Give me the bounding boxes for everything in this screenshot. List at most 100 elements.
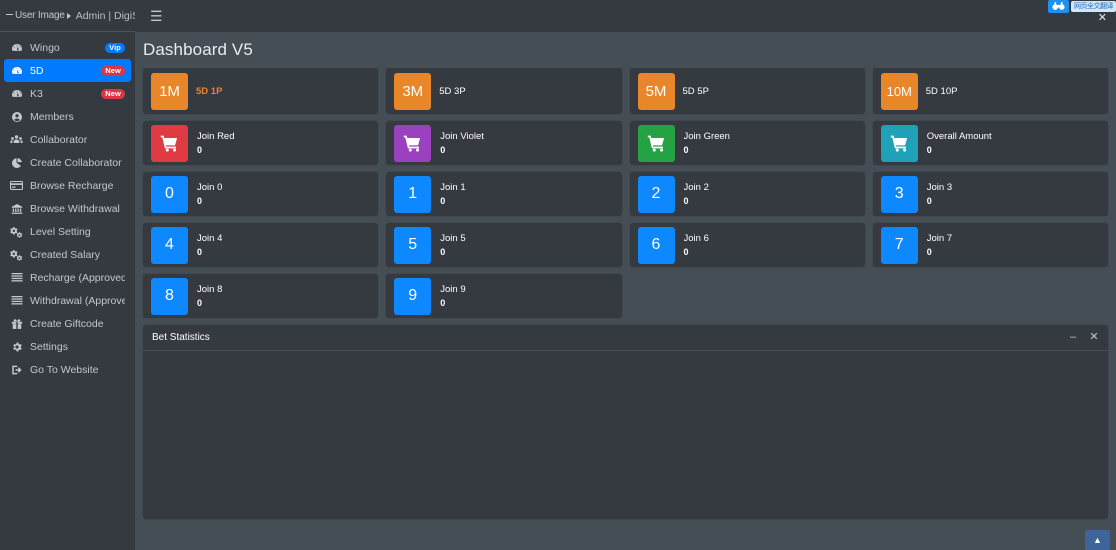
number-card[interactable]: 5Join 50 — [386, 223, 621, 267]
sidebar-item-badge: Vip — [105, 43, 125, 53]
number-card-title: Join 5 — [440, 233, 465, 244]
sidebar-item-members[interactable]: Members — [4, 105, 131, 128]
overlay-close-icon[interactable]: ✕ — [1098, 13, 1107, 24]
number-card[interactable]: 1Join 10 — [386, 172, 621, 216]
sidebar-item-label: Go To Website — [30, 364, 125, 376]
number-card-text: Join 6 0 — [684, 233, 709, 257]
sidebar-item-recharge-approved[interactable]: Recharge (Approved) — [4, 266, 131, 289]
summary-card-value: 0 — [684, 146, 730, 155]
summary-card[interactable]: Join Green 0 — [630, 121, 865, 165]
number-card-title: Join 9 — [440, 284, 465, 295]
list-icon — [10, 295, 23, 306]
number-card-value: 0 — [197, 299, 222, 308]
number-card[interactable]: 0Join 00 — [143, 172, 378, 216]
number-card-row: 0Join 001Join 102Join 203Join 30 — [143, 172, 1108, 216]
summary-card[interactable]: Join Red0 — [143, 121, 378, 165]
number-card-text: Join 70 — [927, 233, 952, 257]
page-title: Dashboard V5 — [143, 40, 253, 60]
number-card-row: 8Join 809Join 90 — [143, 274, 1108, 318]
sidebar-item-label: Withdrawal (Approved) — [30, 295, 125, 307]
period-chip: 5M — [638, 73, 675, 110]
sidebar-item-label: Create Collaborator — [30, 157, 125, 169]
period-label: 5D 10P — [926, 86, 958, 97]
number-card[interactable]: 9Join 90 — [386, 274, 621, 318]
sidebar-item-5d[interactable]: 5DNew — [4, 59, 131, 82]
number-chip: 6 — [638, 227, 675, 264]
sidebar-item-label: Browse Withdrawal — [30, 203, 125, 215]
summary-card-text: Overall Amount0 — [927, 131, 992, 155]
sidebar-item-create-giftcode[interactable]: Create Giftcode — [4, 312, 131, 335]
topbar: ☰ — [135, 0, 1116, 32]
period-card[interactable]: 3M5D 3P — [386, 68, 621, 114]
sidebar-item-badge: New — [101, 89, 125, 99]
sidebar-item-wingo[interactable]: WingoVip — [4, 36, 131, 59]
summary-card[interactable]: Overall Amount0 — [873, 121, 1108, 165]
sidebar-item-browse-recharge[interactable]: Browse Recharge — [4, 174, 131, 197]
number-chip: 1 — [394, 176, 431, 213]
summary-card-text: Join Red0 — [197, 131, 235, 155]
brand-title: Admin | DigiSlay — [76, 10, 135, 22]
list-icon — [10, 272, 23, 283]
panel-collapse-button[interactable]: – — [1068, 332, 1078, 343]
sidebar-brand[interactable]: User Image Admin | DigiSlay — [0, 0, 135, 32]
number-card-rows: 0Join 001Join 102Join 203Join 304Join 40… — [143, 172, 1108, 318]
sidebar-item-withdrawal-approved[interactable]: Withdrawal (Approved) — [4, 289, 131, 312]
period-card[interactable]: 5M 5D 5P — [630, 68, 865, 114]
number-card-text: Join 30 — [927, 182, 952, 206]
summary-card[interactable]: Join Violet0 — [386, 121, 621, 165]
number-card[interactable]: 8Join 80 — [143, 274, 378, 318]
panel-body — [143, 351, 1108, 519]
shopping-cart-icon — [638, 125, 675, 162]
sidebar-item-k3[interactable]: K3New — [4, 82, 131, 105]
number-card-title: Join 2 — [684, 182, 709, 193]
shopping-cart-icon — [394, 125, 431, 162]
number-chip: 3 — [881, 176, 918, 213]
content-header: Dashboard V5 — [135, 32, 1116, 68]
gauge-icon — [10, 88, 23, 100]
sidebar-item-collaborator[interactable]: Collaborator — [4, 128, 131, 151]
number-card-row: 4Join 405Join 506Join 607Join 70 — [143, 223, 1108, 267]
scroll-to-top-button[interactable]: ▲ — [1085, 530, 1110, 550]
number-card-value: 0 — [197, 248, 222, 257]
period-card[interactable]: 1M 5D 1P — [143, 68, 378, 114]
sidebar-item-label: Created Salary — [30, 249, 125, 261]
sidebar-item-label: 5D — [30, 65, 94, 77]
number-card-value: 0 — [684, 248, 709, 257]
sidebar-item-level-setting[interactable]: Level Setting — [4, 220, 131, 243]
summary-card-value: 0 — [927, 146, 992, 155]
sidebar-item-create-collaborator[interactable]: Create Collaborator — [4, 151, 131, 174]
period-card[interactable]: 10M5D 10P — [873, 68, 1108, 114]
panel-close-button[interactable]: ✕ — [1089, 332, 1099, 343]
period-chip: 3M — [394, 73, 431, 110]
number-chip: 0 — [151, 176, 188, 213]
number-card[interactable]: 2Join 20 — [630, 172, 865, 216]
summary-card-title: Join Violet — [440, 131, 484, 142]
number-card[interactable]: 3 Join 30 — [873, 172, 1108, 216]
summary-card-title: Join Red — [197, 131, 235, 142]
number-card[interactable]: 7Join 70 — [873, 223, 1108, 267]
hamburger-icon[interactable]: ☰ — [147, 7, 166, 25]
shopping-cart-icon — [151, 125, 188, 162]
sidebar-item-label: Level Setting — [30, 226, 125, 238]
period-label: 5D 1P — [196, 86, 222, 97]
summary-card-title: Join Green — [684, 131, 730, 142]
number-chip: 4 — [151, 227, 188, 264]
sidebar-item-label: Collaborator — [30, 134, 125, 146]
sign-out-icon — [10, 364, 23, 376]
users-icon — [10, 134, 23, 146]
period-chip: 1M — [151, 73, 188, 110]
number-card[interactable]: 4Join 40 — [143, 223, 378, 267]
sidebar-item-settings[interactable]: Settings — [4, 335, 131, 358]
summary-card-text: Join Green 0 — [684, 131, 730, 155]
number-card-title: Join 3 — [927, 182, 952, 193]
sidebar-item-go-to-website[interactable]: Go To Website — [4, 358, 131, 381]
number-card-title: Join 6 — [684, 233, 709, 244]
number-card-value: 0 — [927, 248, 952, 257]
number-card-title: Join 0 — [197, 182, 222, 193]
period-label: 5D 5P — [683, 86, 709, 97]
panel-title: Bet Statistics — [152, 332, 1068, 343]
sidebar-item-browse-withdrawal[interactable]: Browse Withdrawal — [4, 197, 131, 220]
number-chip: 2 — [638, 176, 675, 213]
number-card[interactable]: 6 Join 6 0 — [630, 223, 865, 267]
sidebar-item-created-salary[interactable]: Created Salary — [4, 243, 131, 266]
